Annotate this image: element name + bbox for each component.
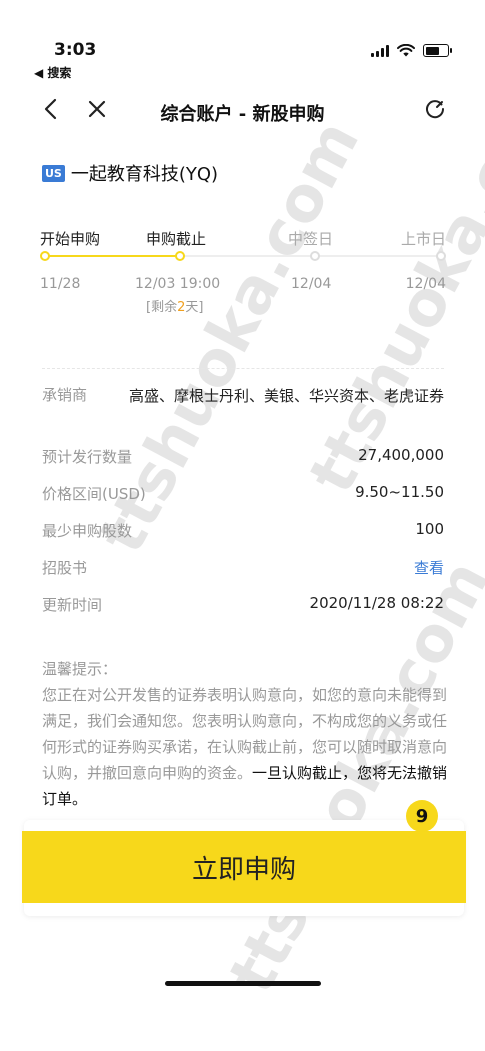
subscribe-button[interactable]: 立即申购 — [22, 831, 466, 903]
signal-icon — [371, 44, 389, 57]
status-icons — [371, 44, 452, 57]
back-to-app[interactable]: ◀ 搜索 — [34, 64, 71, 81]
tips-body: 您正在对公开发售的证券表明认购意向，如您的意向未能得到满足，我们会通知您。您表明… — [42, 686, 448, 808]
timeline-step-date: 12/03 19:00 — [135, 276, 221, 292]
ipo-timeline: 开始申购 申购截止 中签日 上市日 11/28 12/03 19:00 12/0… — [40, 222, 446, 332]
timeline-dot — [40, 251, 50, 261]
tips-title: 温馨提示： — [42, 660, 118, 678]
prospectus-link[interactable]: 查看 — [414, 557, 444, 578]
timeline-progress — [45, 255, 180, 257]
refresh-icon — [426, 100, 445, 119]
tips: 温馨提示： 您正在对公开发售的证券表明认购意向，如您的意向未能得到满足，我们会通… — [42, 656, 450, 812]
remaining-days: [剩余2天] — [146, 300, 204, 315]
refresh-button[interactable] — [420, 94, 450, 124]
info-row-price: 价格区间(USD) 9.50~11.50 — [42, 483, 444, 503]
status-bar: 3:03 ◀ 搜索 — [0, 0, 485, 86]
info-row-underwriter: 承销商 高盛、摩根士丹利、美银、华兴资本、老虎证券 — [42, 386, 444, 405]
info-row-prospectus: 招股书 查看 — [42, 557, 444, 578]
timeline-step-label: 上市日 — [400, 230, 446, 248]
divider — [42, 368, 444, 369]
nav-bar: 综合账户 - 新股申购 — [0, 86, 485, 136]
timeline-step-label: 开始申购 — [40, 230, 101, 248]
count-badge: 9 — [406, 800, 438, 832]
battery-icon — [423, 44, 452, 57]
info-row-shares: 预计发行数量 27,400,000 — [42, 446, 444, 466]
timeline-track — [180, 255, 438, 257]
stock-name: 一起教育科技(YQ) — [70, 164, 219, 185]
timeline-step-date: 11/28 — [40, 276, 81, 292]
timeline-dot — [310, 251, 320, 261]
info-row-updated: 更新时间 2020/11/28 08:22 — [42, 594, 444, 614]
ipo-info: 承销商 高盛、摩根士丹利、美银、华兴资本、老虎证券 预计发行数量 27,400,… — [42, 384, 444, 631]
timeline-step-date: 12/04 — [291, 276, 332, 292]
timeline-dot — [175, 251, 185, 261]
timeline-dot — [436, 251, 446, 261]
info-row-min-shares: 最少申购股数 100 — [42, 520, 444, 540]
page-title: 综合账户 - 新股申购 — [160, 104, 325, 125]
timeline-step-date: 12/04 — [405, 276, 446, 292]
status-time: 3:03 — [54, 40, 97, 60]
home-indicator[interactable] — [165, 981, 321, 986]
timeline-step-label: 申购截止 — [146, 230, 207, 248]
wifi-icon — [397, 44, 415, 57]
timeline-step-label: 中签日 — [288, 230, 334, 248]
market-badge: US — [42, 164, 65, 182]
stock-header: US 一起教育科技(YQ) — [42, 160, 218, 186]
